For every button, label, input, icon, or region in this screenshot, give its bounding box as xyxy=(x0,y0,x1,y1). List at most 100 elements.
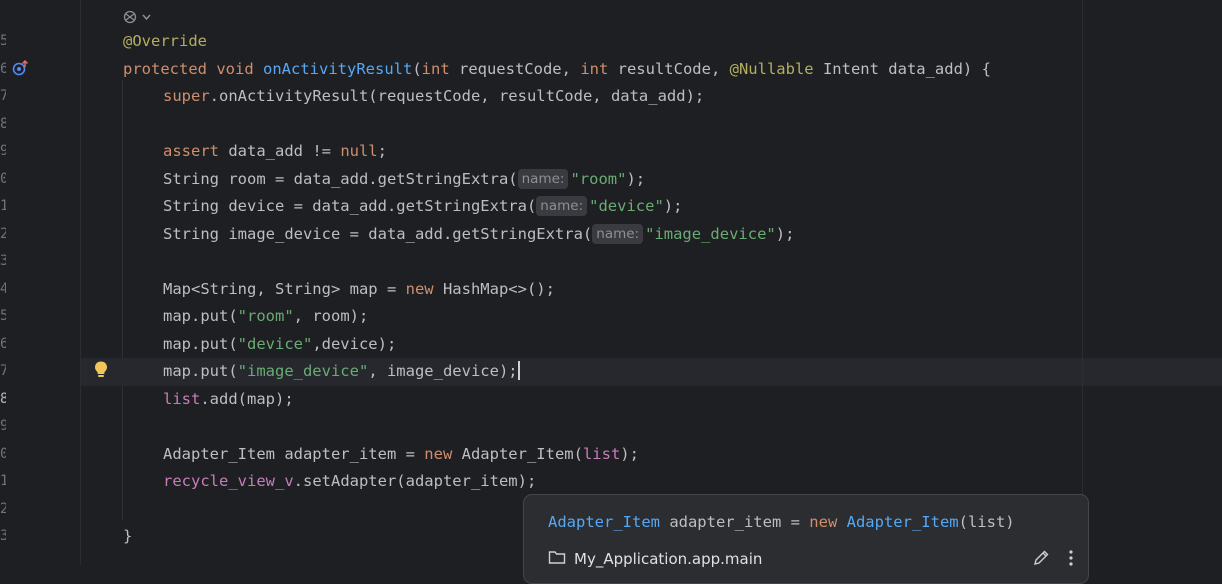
code-token: Intent data_add) { xyxy=(822,59,991,78)
code-token: ); xyxy=(626,169,646,188)
code-token: ( xyxy=(412,59,422,78)
code-token: , image_device); xyxy=(368,362,518,380)
code-line[interactable] xyxy=(81,248,1222,276)
bulb-icon[interactable] xyxy=(92,360,110,380)
code-token: int xyxy=(580,59,618,78)
code-token: Adapter_Item( xyxy=(461,444,583,463)
code-token: recycle_view_v xyxy=(163,472,294,490)
code-token: void xyxy=(216,59,263,78)
line-number[interactable]: 9 xyxy=(0,413,6,441)
line-number[interactable]: 3 xyxy=(0,523,6,551)
code-token: map.put( xyxy=(163,334,238,353)
popup-signature: Adapter_Item adapter_item = new Adapter_… xyxy=(548,513,1015,531)
line-number[interactable]: 2 xyxy=(0,221,6,249)
code-line[interactable]: super.onActivityResult(requestCode, resu… xyxy=(81,83,1222,111)
code-line[interactable] xyxy=(81,413,1222,441)
popup-location[interactable]: My_Application.app.main xyxy=(548,549,762,569)
line-number[interactable]: 1 xyxy=(0,468,6,496)
code-line[interactable]: recycle_view_v.setAdapter(adapter_item); xyxy=(81,468,1222,496)
code-token: new xyxy=(424,444,462,463)
code-line[interactable]: Map<String, String> map = new HashMap<>(… xyxy=(81,276,1222,304)
code-line[interactable]: map.put("image_device", image_device); xyxy=(81,358,1222,386)
code-vision-icon[interactable] xyxy=(123,9,155,25)
code-token: "image_device" xyxy=(645,224,776,243)
code-token: data_add != xyxy=(228,142,341,160)
line-number[interactable]: 1 xyxy=(0,193,6,221)
line-number[interactable]: 5 xyxy=(0,303,6,331)
code-line[interactable]: String image_device = data_add.getString… xyxy=(81,221,1222,249)
text-caret xyxy=(517,361,520,380)
code-token: HashMap<>(); xyxy=(442,279,555,298)
code-line[interactable]: String device = data_add.getStringExtra(… xyxy=(81,193,1222,221)
code-token: resultCode, xyxy=(617,59,730,78)
popup-location-label: My_Application.app.main xyxy=(574,550,763,568)
code-token: "image_device" xyxy=(237,362,369,380)
line-number[interactable]: 0 xyxy=(0,441,6,469)
code-token: "device" xyxy=(589,197,664,215)
code-token: ,device); xyxy=(312,334,397,353)
line-number[interactable]: 4 xyxy=(0,276,6,304)
pencil-icon[interactable] xyxy=(1032,549,1050,571)
code-token: } xyxy=(123,527,133,545)
code-token: .setAdapter(adapter_item); xyxy=(293,472,537,490)
code-token: , room); xyxy=(293,307,369,325)
code-token: Adapter_Item adapter_item = xyxy=(163,444,425,463)
code-token: null xyxy=(340,142,378,160)
code-line[interactable]: map.put("room", room); xyxy=(81,303,1222,331)
code-line[interactable]: @Override xyxy=(81,28,1222,56)
code-token: requestCode, xyxy=(458,59,581,78)
code-line[interactable]: String room = data_add.getStringExtra(na… xyxy=(81,166,1222,194)
code-token: @Override xyxy=(123,32,207,50)
editor-gutter: 5678901234567890123 xyxy=(0,0,81,565)
code-token: String room = data_add.getStringExtra( xyxy=(163,169,518,188)
line-number[interactable]: 7 xyxy=(0,83,6,111)
popup-sig-var: adapter_item = xyxy=(659,513,810,531)
code-token: map.put( xyxy=(163,362,238,380)
code-token: list xyxy=(582,444,621,463)
quick-documentation-popup[interactable]: Adapter_Item adapter_item = new Adapter_… xyxy=(523,494,1089,584)
code-line[interactable]: Adapter_Item adapter_item = new Adapter_… xyxy=(81,441,1222,469)
code-editor[interactable]: @Override protected void onActivityResult… xyxy=(81,0,1222,565)
line-number[interactable]: 6 xyxy=(0,56,6,84)
line-number[interactable]: 0 xyxy=(0,166,6,194)
line-number[interactable]: 3 xyxy=(0,248,6,276)
override-marker-icon[interactable] xyxy=(12,59,30,77)
code-token: ); xyxy=(663,197,683,215)
code-line[interactable]: list.add(map); xyxy=(81,386,1222,414)
code-token: .onActivityResult(requestCode, resultCod… xyxy=(209,87,705,105)
code-token: "room" xyxy=(237,307,294,325)
code-line[interactable]: assert data_add != null; xyxy=(81,138,1222,166)
kebab-icon[interactable] xyxy=(1068,549,1074,571)
code-token: String image_device = data_add.getString… xyxy=(163,224,593,243)
code-token: .add(map); xyxy=(200,389,294,408)
code-token: int xyxy=(421,59,459,78)
line-number[interactable]: 2 xyxy=(0,496,6,524)
parameter-hint: name: xyxy=(592,223,644,244)
code-token: "room" xyxy=(570,169,627,188)
code-token: new xyxy=(405,279,443,298)
code-token: protected xyxy=(123,59,217,78)
popup-sig-new: new xyxy=(809,513,838,531)
line-number[interactable]: 8 xyxy=(0,386,6,414)
parameter-hint: name: xyxy=(517,168,569,189)
popup-sig-ctor: Adapter_Item xyxy=(846,513,959,531)
line-number[interactable]: 9 xyxy=(0,138,6,166)
code-token: super xyxy=(163,87,210,105)
popup-actions xyxy=(1032,549,1074,571)
line-number[interactable]: 5 xyxy=(0,28,6,56)
line-number[interactable]: 6 xyxy=(0,331,6,359)
code-token: Map<String, String> map = xyxy=(163,279,406,298)
code-token: @Nullable xyxy=(729,59,823,78)
code-token: "device" xyxy=(237,334,313,353)
code-token: ); xyxy=(775,224,795,243)
code-token: String device = data_add.getStringExtra( xyxy=(163,197,537,215)
popup-sig-args: (list) xyxy=(958,513,1015,531)
line-number[interactable]: 8 xyxy=(0,111,6,139)
code-token: ; xyxy=(377,142,387,160)
code-line[interactable]: protected void onActivityResult(int requ… xyxy=(81,56,1222,84)
code-line[interactable]: map.put("device",device); xyxy=(81,331,1222,359)
popup-sig-type: Adapter_Item xyxy=(548,513,660,531)
code-token: ); xyxy=(620,444,639,463)
line-number[interactable]: 7 xyxy=(0,358,6,386)
code-line[interactable] xyxy=(81,111,1222,139)
